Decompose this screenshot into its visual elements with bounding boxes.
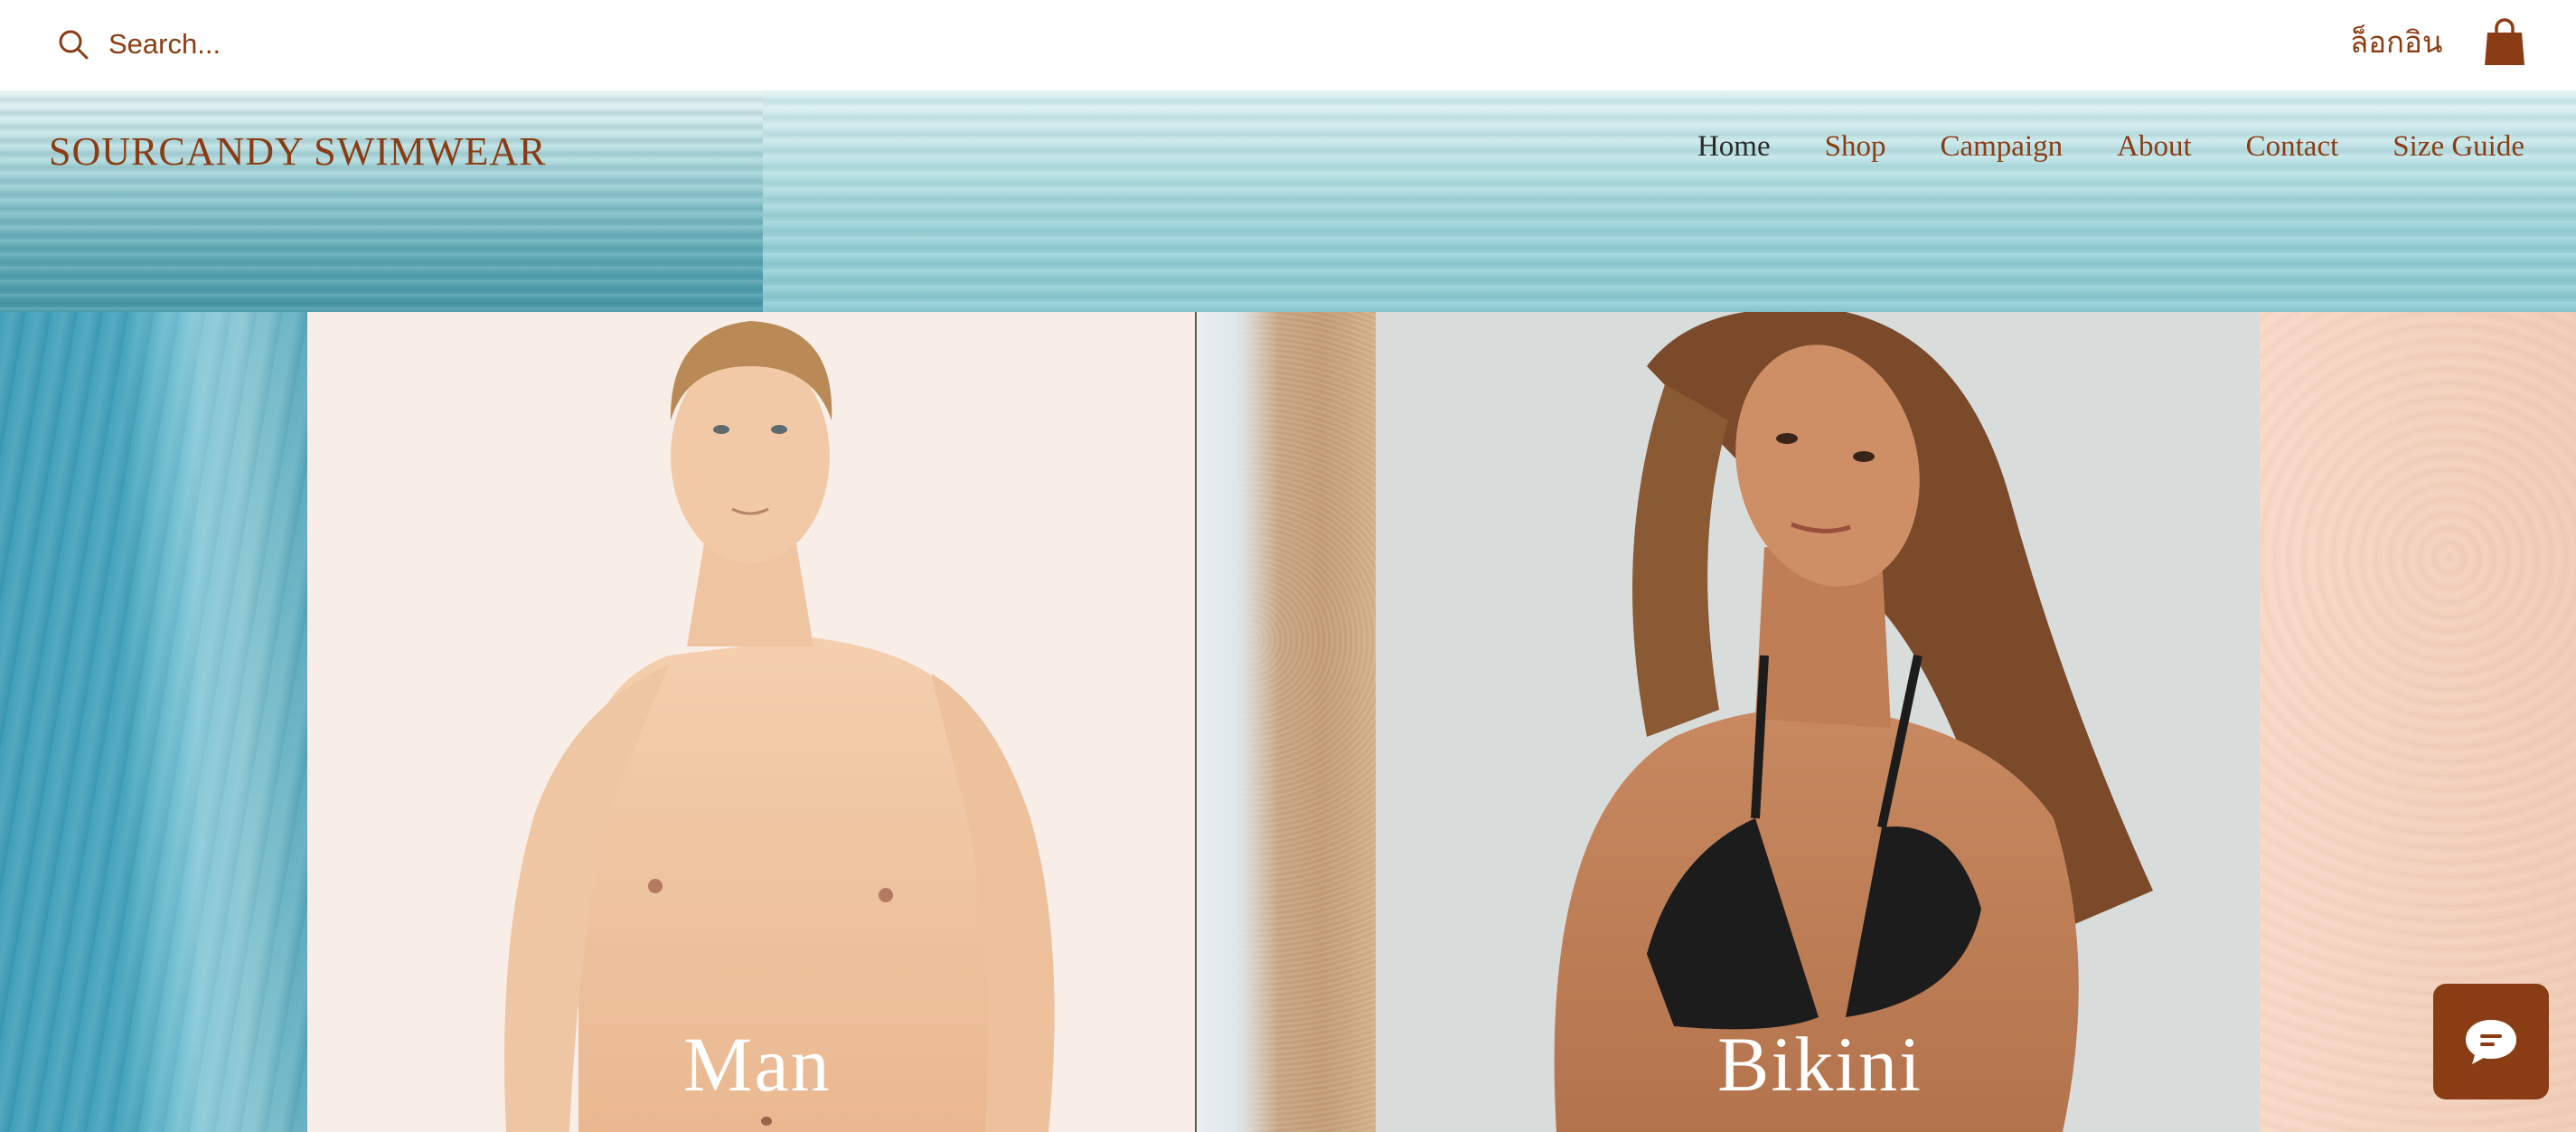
collection-label-man[interactable]: Man	[683, 1019, 832, 1109]
login-link[interactable]: ล็อกอิน	[2350, 18, 2442, 66]
chat-bubble-icon	[2466, 1020, 2516, 1064]
search-input[interactable]	[108, 28, 651, 61]
header-water-image	[0, 90, 763, 312]
nav-contact[interactable]: Contact	[2246, 130, 2339, 164]
bikini-model-photo	[1376, 312, 2260, 1132]
search-icon[interactable]	[56, 27, 90, 61]
nav-about[interactable]: About	[2117, 130, 2192, 164]
site-header: SOURCANDY SWIMWEAR Home Shop Campaign Ab…	[0, 90, 2576, 312]
nav-size-guide[interactable]: Size Guide	[2393, 130, 2524, 164]
nav-campaign[interactable]: Campaign	[1940, 130, 2063, 164]
sea-texture-panel	[0, 312, 307, 1132]
shopping-bag-icon[interactable]	[2485, 18, 2524, 65]
sand-texture-panel	[1195, 312, 1376, 1132]
bikini-collection-tile[interactable]	[1376, 312, 2260, 1132]
top-bar: ล็อกอิน	[0, 0, 2576, 90]
man-model-photo	[307, 312, 1195, 1132]
nav-shop[interactable]: Shop	[1825, 130, 1886, 164]
collection-gallery: Man Bikini	[0, 312, 2576, 1132]
nav-home[interactable]: Home	[1697, 130, 1771, 164]
collection-label-bikini[interactable]: Bikini	[1717, 1019, 1923, 1109]
chat-button[interactable]	[2433, 984, 2549, 1099]
main-nav: Home Shop Campaign About Contact Size Gu…	[1643, 130, 2524, 164]
search-bar[interactable]	[56, 24, 689, 65]
man-collection-tile[interactable]	[307, 312, 1195, 1132]
brand-logo[interactable]: SOURCANDY SWIMWEAR	[49, 128, 547, 175]
